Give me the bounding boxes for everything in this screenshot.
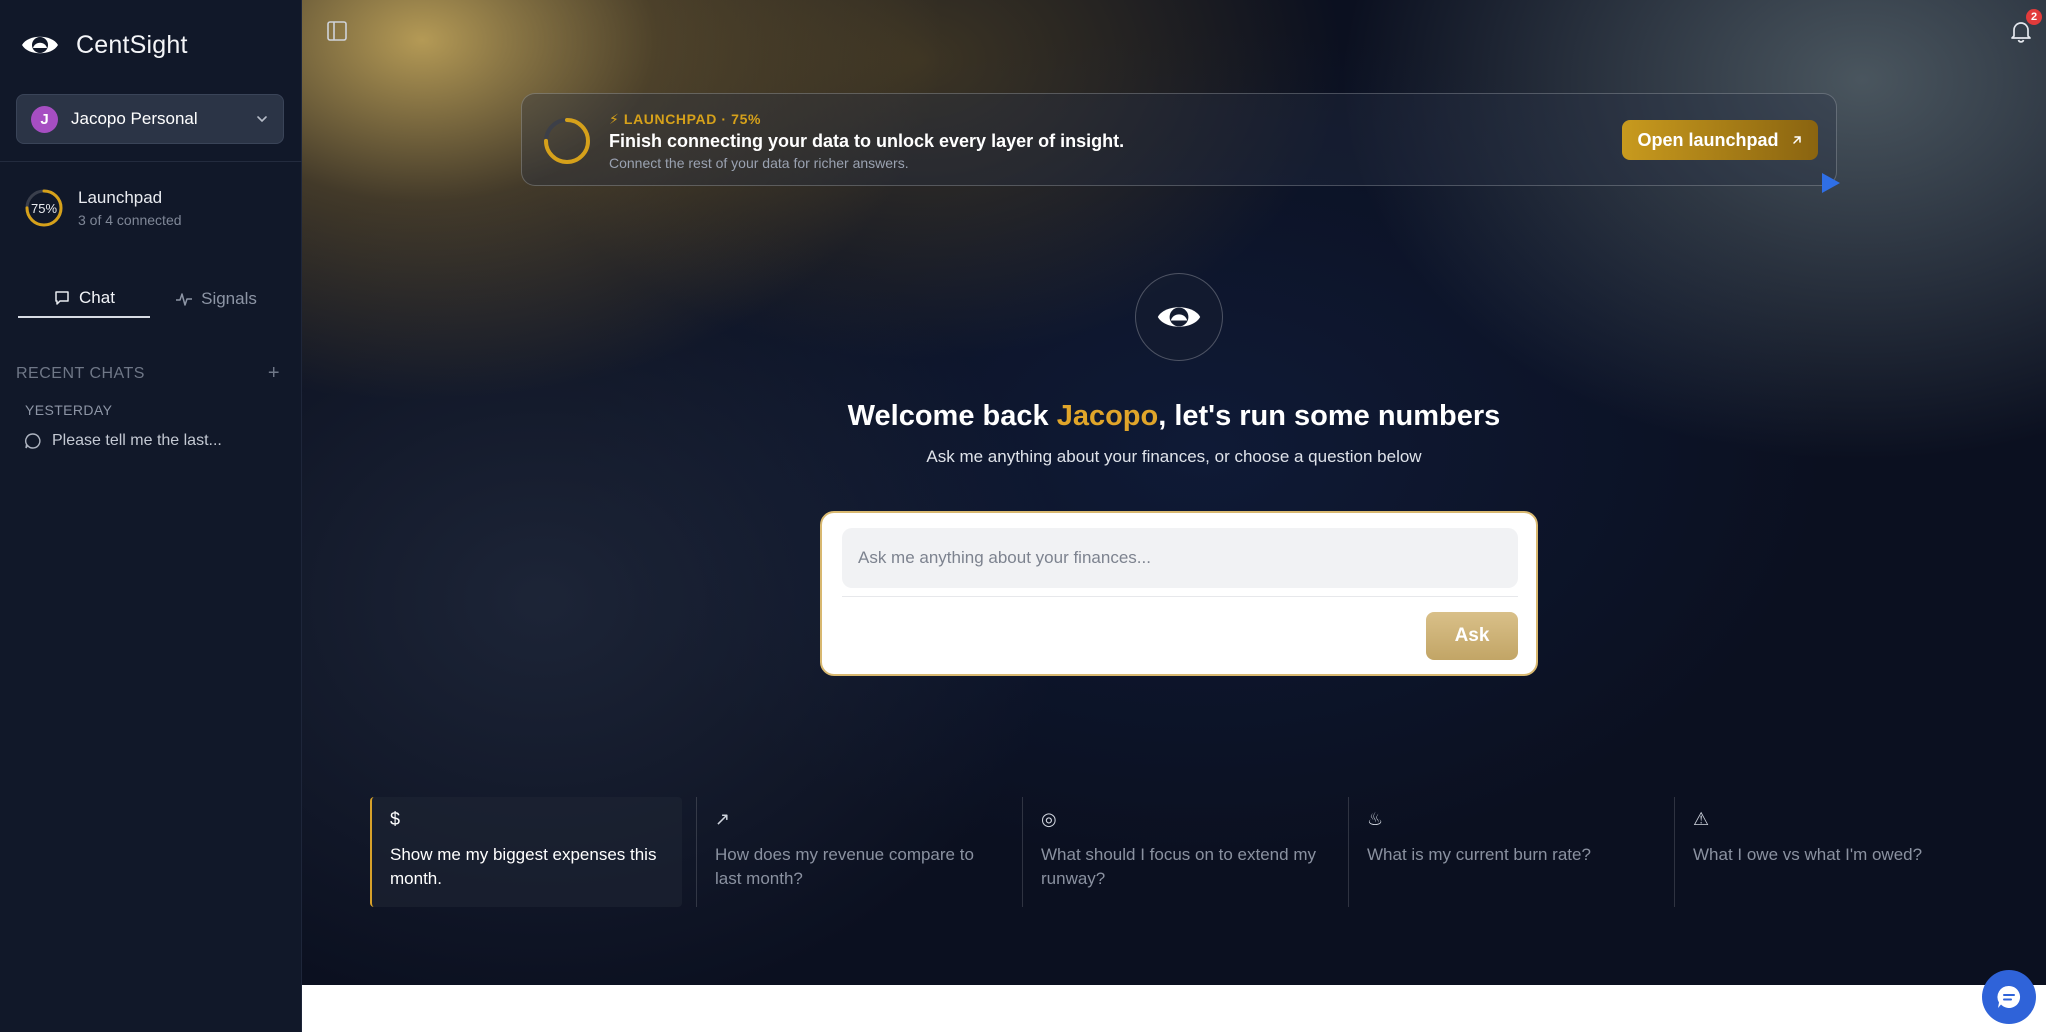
suggestion-text: How does my revenue compare to last mont… xyxy=(715,845,974,888)
launchpad-subtitle: 3 of 4 connected xyxy=(78,212,182,228)
progress-percent: 75% xyxy=(30,200,58,216)
center-eye-logo xyxy=(1135,273,1223,361)
brand-name: CentSight xyxy=(76,30,188,59)
sidebar-divider xyxy=(0,161,302,162)
sidebar-toggle-icon[interactable] xyxy=(326,20,348,42)
ask-input[interactable] xyxy=(842,528,1518,588)
brand[interactable]: CentSight xyxy=(20,28,188,62)
workspace-switcher[interactable]: J Jacopo Personal xyxy=(16,94,284,144)
suggestion-text: Show me my biggest expenses this month. xyxy=(390,845,657,888)
banner-eyebrow: ⚡ LAUNCHPAD · 75% xyxy=(609,111,762,127)
open-launchpad-label: Open launchpad xyxy=(1637,129,1779,150)
banner-subtitle: Connect the rest of your data for richer… xyxy=(609,155,909,171)
suggestion-card[interactable]: ◎ What should I focus on to extend my ru… xyxy=(1022,797,1334,907)
eye-logo-icon xyxy=(22,36,58,54)
suggested-questions: $ Show me my biggest expenses this month… xyxy=(370,797,2000,907)
tab-signals-label: Signals xyxy=(201,289,257,308)
launchpad-banner: ⚡ LAUNCHPAD · 75% Finish connecting your… xyxy=(521,93,1837,186)
recent-chat-item[interactable]: Please tell me the last... xyxy=(24,432,222,450)
suggestion-text: What I owe vs what I'm owed? xyxy=(1693,845,1923,864)
chevron-down-icon xyxy=(257,116,267,123)
alert-triangle-icon: ⚠ xyxy=(1693,809,1710,829)
tab-chat[interactable]: Chat xyxy=(18,280,150,318)
launchpad-title: Launchpad xyxy=(78,188,163,207)
flame-icon: ♨ xyxy=(1367,809,1384,829)
recent-chats-heading: RECENT CHATS xyxy=(16,364,145,382)
page-title: Welcome back Jacopo, let's run some numb… xyxy=(302,400,2046,433)
suggestion-card[interactable]: ⚠ What I owe vs what I'm owed? xyxy=(1674,797,1986,907)
new-chat-button[interactable]: + xyxy=(268,362,280,385)
cursor-pointer-icon xyxy=(1822,173,1840,193)
sidebar: CentSight J Jacopo Personal 75% Launchpa… xyxy=(0,0,302,1032)
greeting-prefix: Welcome back xyxy=(847,400,1057,432)
progress-ring: 75% xyxy=(24,188,64,228)
progress-ring xyxy=(544,118,590,164)
trending-up-icon: ↗ xyxy=(715,809,731,829)
ask-card: Ask xyxy=(820,511,1538,676)
ask-divider xyxy=(842,596,1518,597)
suggestion-card[interactable]: $ Show me my biggest expenses this month… xyxy=(370,797,682,907)
recent-chats-header: RECENT CHATS + xyxy=(16,362,280,385)
suggestion-card[interactable]: ↗ How does my revenue compare to last mo… xyxy=(696,797,1008,907)
support-chat-button[interactable] xyxy=(1982,970,2036,1024)
activity-icon xyxy=(176,293,193,306)
message-circle-icon xyxy=(25,433,41,449)
tab-signals[interactable]: Signals xyxy=(150,280,282,318)
avatar: J xyxy=(31,105,58,133)
open-launchpad-button[interactable]: Open launchpad xyxy=(1622,120,1818,160)
page-subtitle: Ask me anything about your finances, or … xyxy=(926,447,1422,466)
workspace-name: Jacopo Personal xyxy=(71,109,198,128)
suggestion-card[interactable]: ♨ What is my current burn rate? xyxy=(1348,797,1660,907)
suggestion-text: What is my current burn rate? xyxy=(1367,845,1591,864)
chat-group-label: YESTERDAY xyxy=(25,402,113,418)
bottom-panel xyxy=(302,985,2046,1032)
launchpad-progress[interactable]: 75% Launchpad 3 of 4 connected xyxy=(24,188,182,228)
suggestion-text: What should I focus on to extend my runw… xyxy=(1041,845,1316,888)
notification-badge: 2 xyxy=(2026,9,2042,25)
tab-chat-label: Chat xyxy=(79,288,115,307)
greeting-suffix: , let's run some numbers xyxy=(1158,400,1501,432)
target-icon: ◎ xyxy=(1041,809,1057,829)
recent-chat-title: Please tell me the last... xyxy=(52,432,222,449)
ask-button[interactable]: Ask xyxy=(1426,612,1518,660)
chat-bubble-icon xyxy=(55,291,69,305)
main-content: 2 ⚡ LAUNCHPAD · 75% Finish connecting yo… xyxy=(302,0,2046,985)
dollar-icon: $ xyxy=(390,809,401,829)
eye-logo-icon xyxy=(1157,307,1201,327)
banner-title: Finish connecting your data to unlock ev… xyxy=(609,131,1125,151)
arrow-up-right-icon xyxy=(1792,136,1801,144)
sidebar-tabs: Chat Signals xyxy=(18,280,282,318)
support-chat-icon xyxy=(1997,985,2021,1008)
greeting-name: Jacopo xyxy=(1056,400,1159,432)
